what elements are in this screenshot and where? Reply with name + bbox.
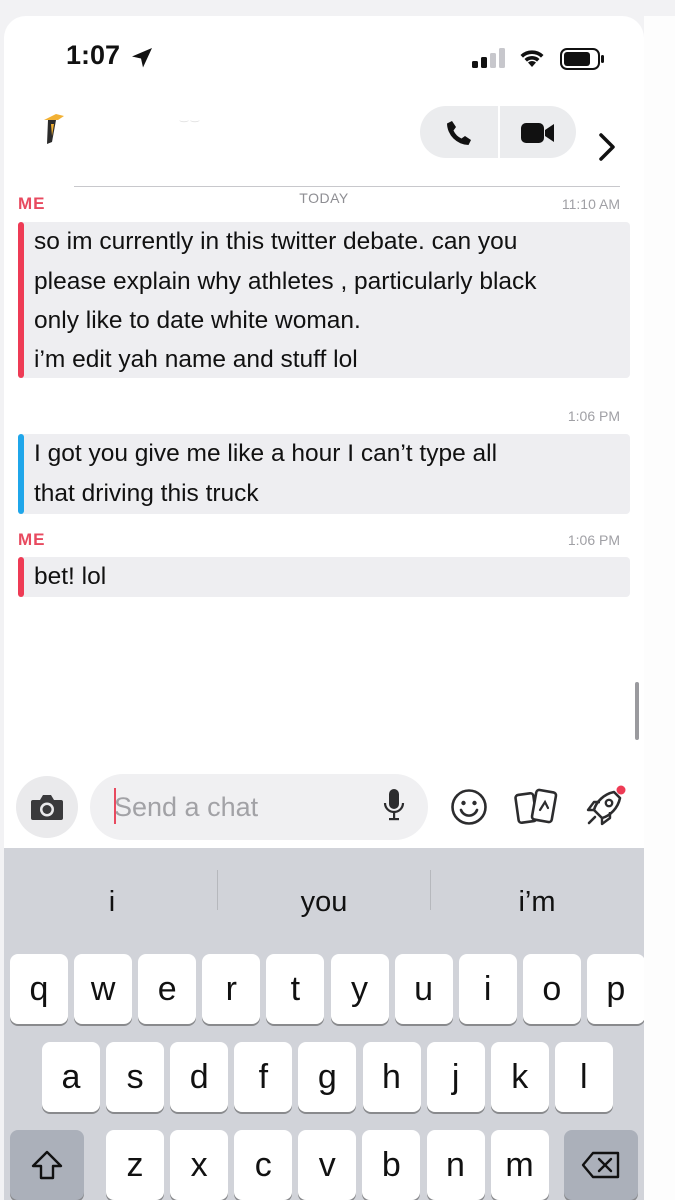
cellular-signal-icon xyxy=(472,48,505,68)
key-i[interactable]: i xyxy=(458,954,517,1024)
shift-icon xyxy=(31,1150,63,1180)
shift-key[interactable] xyxy=(10,1130,84,1200)
key-c[interactable]: c xyxy=(234,1130,293,1200)
chat-message[interactable]: bet! lol xyxy=(18,557,630,597)
key-r[interactable]: r xyxy=(202,954,261,1024)
sender-label: ME xyxy=(18,530,46,549)
date-separator: TODAY xyxy=(299,190,349,206)
key-n[interactable]: n xyxy=(426,1130,485,1200)
message-line: so im currently in this twitter debate. … xyxy=(34,228,518,255)
key-g[interactable]: g xyxy=(298,1042,357,1112)
message-timestamp: 1:06 PM xyxy=(567,532,620,548)
camera-icon xyxy=(31,795,63,820)
key-f[interactable]: f xyxy=(234,1042,293,1112)
phone-icon[interactable] xyxy=(444,118,474,148)
key-p[interactable]: p xyxy=(586,954,644,1024)
chat-input[interactable] xyxy=(90,774,428,840)
message-line: bet! lol xyxy=(34,563,107,590)
key-z[interactable]: z xyxy=(106,1130,164,1200)
message-accent-bar xyxy=(18,222,24,378)
key-s[interactable]: s xyxy=(106,1042,165,1112)
key-w[interactable]: w xyxy=(74,954,133,1024)
key-m[interactable]: m xyxy=(490,1130,549,1200)
message-line: I got you give me like a hour I can’t ty… xyxy=(34,440,498,467)
status-time: 1:07 xyxy=(66,40,121,70)
key-b[interactable]: b xyxy=(362,1130,421,1200)
message-timestamp: 1:06 PM xyxy=(567,408,620,424)
call-divider xyxy=(498,106,500,158)
header-divider xyxy=(74,186,620,187)
key-y[interactable]: y xyxy=(330,954,389,1024)
key-x[interactable]: x xyxy=(170,1130,229,1200)
background-strip xyxy=(644,16,675,1200)
phone-screen: 1:07 ‿ ‿ TODAY ME 11:10 AM so im current… xyxy=(4,16,644,1200)
message-line: i’m edit yah name and stuff lol xyxy=(34,345,358,373)
text-cursor xyxy=(114,788,116,824)
chevron-right-icon[interactable] xyxy=(596,132,620,162)
key-l[interactable]: l xyxy=(554,1042,613,1112)
key-j[interactable]: j xyxy=(426,1042,485,1112)
emoji-icon[interactable] xyxy=(450,788,488,826)
key-t[interactable]: t xyxy=(266,954,325,1024)
suggestion-2[interactable]: you xyxy=(218,886,430,919)
key-u[interactable]: u xyxy=(394,954,453,1024)
scroll-indicator[interactable] xyxy=(635,682,639,740)
suggestion-3[interactable]: i’m xyxy=(431,886,643,919)
rocket-icon[interactable] xyxy=(582,784,628,830)
key-v[interactable]: v xyxy=(298,1130,357,1200)
sender-label: ME xyxy=(18,194,46,213)
avatar[interactable] xyxy=(38,106,68,146)
key-h[interactable]: h xyxy=(362,1042,421,1112)
cards-icon[interactable] xyxy=(514,786,558,828)
keyboard: i you i’m qwertyuiop asdfghjkl zxcvbnm xyxy=(4,848,644,1200)
message-line: only like to date white woman. xyxy=(34,307,361,334)
camera-button[interactable] xyxy=(16,776,78,838)
chat-message[interactable]: so im currently in this twitter debate. … xyxy=(18,222,630,378)
key-d[interactable]: d xyxy=(170,1042,229,1112)
wifi-icon xyxy=(520,50,544,67)
suggestion-1[interactable]: i xyxy=(6,886,218,919)
call-button-group xyxy=(420,106,576,158)
message-line: please explain why athletes , particular… xyxy=(34,267,537,295)
message-accent-bar xyxy=(18,557,24,597)
key-e[interactable]: e xyxy=(138,954,197,1024)
battery-icon xyxy=(560,48,604,70)
chat-message[interactable]: I got you give me like a hour I can’t ty… xyxy=(18,434,630,514)
backspace-icon xyxy=(581,1151,620,1179)
key-q[interactable]: q xyxy=(10,954,68,1024)
message-line: that driving this truck xyxy=(34,479,259,507)
message-timestamp: 11:10 AM xyxy=(561,196,620,212)
delete-key[interactable] xyxy=(564,1130,638,1200)
key-a[interactable]: a xyxy=(42,1042,100,1112)
microphone-icon[interactable] xyxy=(382,788,406,824)
key-k[interactable]: k xyxy=(490,1042,549,1112)
message-accent-bar xyxy=(18,434,24,514)
location-arrow-icon xyxy=(132,48,152,68)
key-o[interactable]: o xyxy=(522,954,581,1024)
video-camera-icon[interactable] xyxy=(520,120,556,146)
contact-name-redacted: ‿ ‿ xyxy=(180,112,199,123)
